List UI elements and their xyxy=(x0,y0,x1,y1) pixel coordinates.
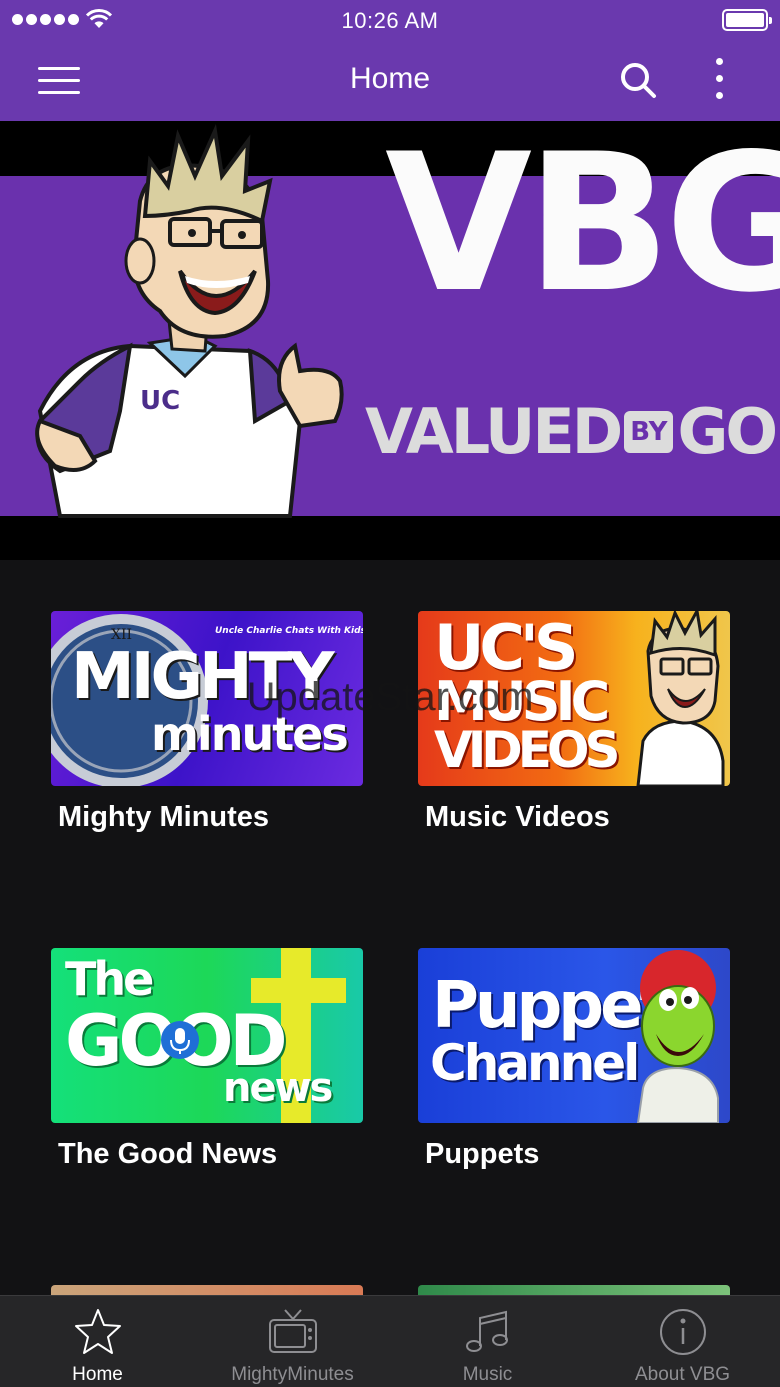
banner-logo-text: VBG xyxy=(385,121,780,334)
tab-label: MightyMinutes xyxy=(231,1364,354,1385)
music-note-icon xyxy=(466,1310,508,1352)
tile-good-news[interactable]: The GOOD news xyxy=(51,948,363,1123)
tagline-god: GOD xyxy=(677,395,780,468)
thumb-title-line1: The xyxy=(65,952,154,1006)
tile-music-videos[interactable]: UC'S MUSIC VIDEOS xyxy=(418,611,730,786)
thumb-title-line1: MIGHTY xyxy=(71,640,335,714)
shirt-logo: UC xyxy=(140,386,180,416)
tile-partial[interactable] xyxy=(418,1285,730,1295)
tagline-by: BY xyxy=(630,417,668,447)
tile-partial[interactable] xyxy=(51,1285,363,1295)
tile-puppets[interactable]: Puppet Channel xyxy=(418,948,730,1123)
tab-music[interactable]: Music xyxy=(390,1296,585,1387)
tile-caption[interactable]: Puppets xyxy=(425,1138,539,1171)
battery-icon xyxy=(722,9,772,31)
tab-mighty-minutes[interactable]: MightyMinutes xyxy=(195,1296,390,1387)
uncle-charlie-cartoon: UC xyxy=(35,123,344,518)
tab-label: Home xyxy=(72,1364,123,1385)
tab-home[interactable]: Home xyxy=(0,1296,195,1387)
info-icon xyxy=(660,1309,706,1355)
hero-banner[interactable]: UC VBG VALUED BY GOD xyxy=(0,121,780,560)
thumb-subtitle: Uncle Charlie Chats With Kids xyxy=(215,626,363,636)
tab-label: About VBG xyxy=(634,1364,731,1385)
status-bar: 10:26 AM xyxy=(0,0,780,40)
tagline-valued: VALUED xyxy=(365,395,623,468)
thumb-title-line2: minutes xyxy=(151,707,349,761)
star-icon xyxy=(75,1309,121,1354)
tile-caption[interactable]: The Good News xyxy=(58,1138,277,1171)
tile-caption[interactable]: Mighty Minutes xyxy=(58,801,269,834)
status-time: 10:26 AM xyxy=(341,8,439,33)
tab-bar: Home MightyMinutes Music About VBG xyxy=(0,1295,780,1387)
cartoon-graphic xyxy=(636,611,725,786)
thumb-title-line3: VIDEOS xyxy=(434,721,620,779)
tile-caption[interactable]: Music Videos xyxy=(425,801,610,834)
category-grid: XII Uncle Charlie Chats With Kids MIGHTY… xyxy=(0,560,780,1295)
more-options-button[interactable] xyxy=(708,58,732,102)
thumb-title-line2: Channel xyxy=(430,1034,640,1092)
tab-about-vbg[interactable]: About VBG xyxy=(585,1296,780,1387)
puppet-graphic xyxy=(636,950,719,1123)
tile-mighty-minutes[interactable]: XII Uncle Charlie Chats With Kids MIGHTY… xyxy=(51,611,363,786)
tab-label: Music xyxy=(462,1364,513,1385)
banner-tagline: VALUED BY GOD xyxy=(365,401,780,463)
search-icon[interactable] xyxy=(618,60,658,100)
thumb-title-line3: news xyxy=(223,1065,333,1111)
microphone-icon xyxy=(161,1021,199,1059)
tv-icon xyxy=(269,1309,317,1353)
navigation-bar: Home xyxy=(0,40,780,121)
page-title: Home xyxy=(349,62,431,95)
